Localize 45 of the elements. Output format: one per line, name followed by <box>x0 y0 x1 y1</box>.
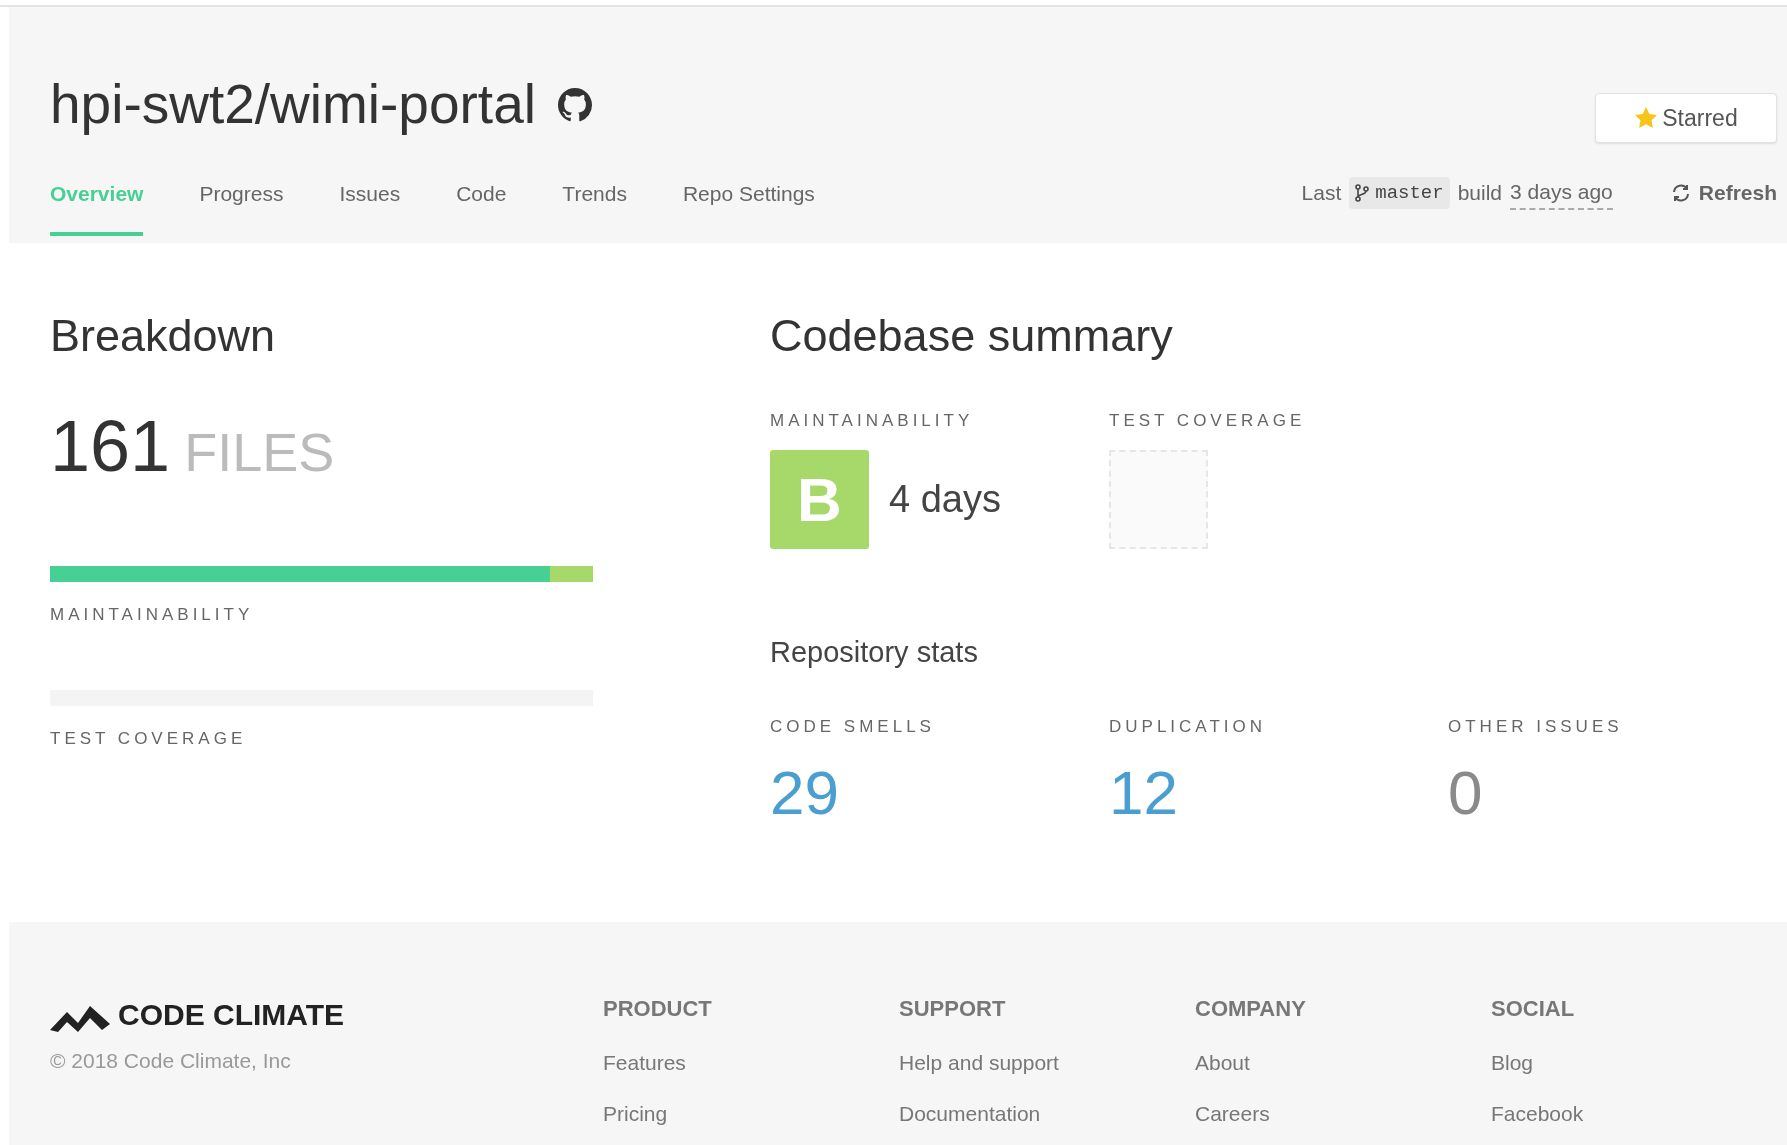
footer-link[interactable]: Facebook <box>1491 1097 1787 1129</box>
refresh-icon <box>1670 182 1691 203</box>
footer-heading: SOCIAL <box>1491 995 1576 1023</box>
starred-button[interactable]: Starred <box>1595 93 1777 143</box>
footer-heading: COMPANY <box>1195 995 1307 1023</box>
stat-value: 0 <box>1448 761 1484 824</box>
bar-label: MAINTAINABILITY <box>50 604 255 626</box>
file-count: 161 <box>50 410 171 482</box>
nav-tab[interactable]: Trends <box>562 178 627 236</box>
stat-label: DUPLICATION <box>1109 716 1268 738</box>
build-label: build <box>1457 180 1503 206</box>
footer-link[interactable]: Features <box>603 1047 899 1079</box>
brand-name: CODE CLIMATE <box>118 997 345 1033</box>
nav-tab[interactable]: Issues <box>339 178 401 236</box>
stat-label: CODE SMELLS <box>770 716 936 738</box>
nav-tab[interactable]: Progress <box>199 178 284 236</box>
footer-link[interactable]: Help and support <box>899 1047 1195 1079</box>
subsection-heading: Repository stats <box>770 634 979 670</box>
stat-value: 12 <box>1109 761 1179 824</box>
stat-value: 29 <box>770 761 840 824</box>
footer-link[interactable]: Careers <box>1195 1097 1491 1129</box>
debt-value: 4 days <box>889 476 1001 522</box>
nav-tab[interactable]: Repo Settings <box>682 178 815 236</box>
build-time: 3 days ago <box>1510 176 1613 210</box>
github-icon[interactable] <box>557 87 592 122</box>
footer-heading: SUPPORT <box>899 995 1007 1023</box>
grade-badge: B <box>770 449 869 549</box>
footer-heading: PRODUCT <box>603 995 713 1023</box>
footer-link[interactable]: About <box>1195 1047 1491 1079</box>
nav-tab[interactable]: Code <box>456 178 507 236</box>
refresh-button[interactable]: Refresh <box>1670 177 1777 209</box>
footer-link[interactable]: Documentation <box>899 1097 1195 1129</box>
metric-label: MAINTAINABILITY <box>770 410 975 432</box>
branch-tag: master <box>1349 176 1450 209</box>
section-heading: Codebase summary <box>770 313 1174 358</box>
stat-label: OTHER ISSUES <box>1448 716 1624 738</box>
bar-label: TEST COVERAGE <box>50 727 248 750</box>
build-label: Last <box>1301 180 1342 206</box>
footer-link[interactable]: Blog <box>1491 1047 1787 1079</box>
copyright-text: © 2018 Code Climate, Inc <box>50 1048 292 1074</box>
metric-label: TEST COVERAGE <box>1109 410 1306 432</box>
count-unit: FILES <box>184 425 335 479</box>
section-heading: Breakdown <box>50 313 277 358</box>
branch-icon <box>1355 183 1370 202</box>
footer-link[interactable]: Pricing <box>603 1097 899 1129</box>
